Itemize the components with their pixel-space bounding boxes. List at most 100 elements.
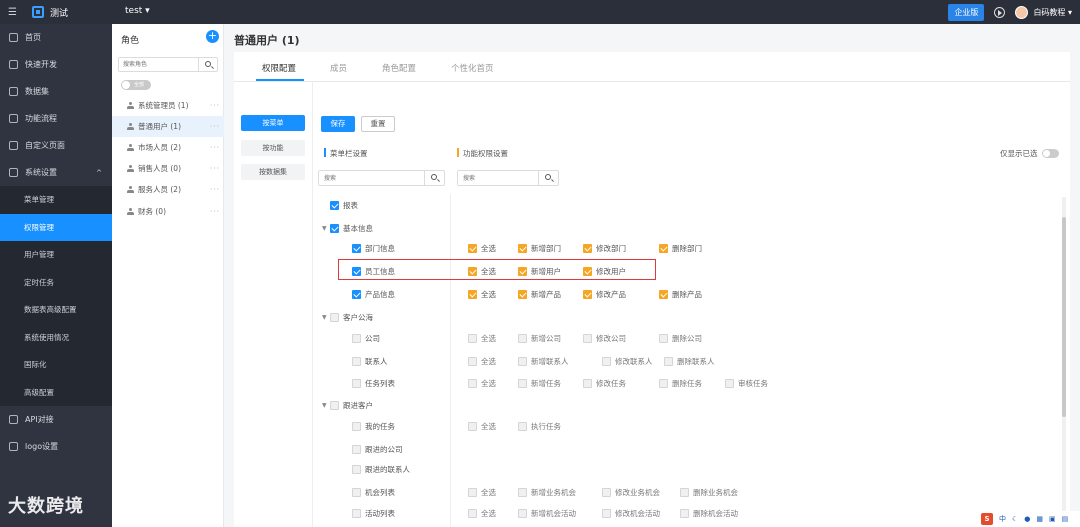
menu-checkbox[interactable] (352, 421, 361, 431)
menu-tree-node[interactable]: ▼ 跟进客户 (322, 399, 373, 411)
mode-by-menu[interactable]: 按菜单 (241, 115, 305, 131)
permission-checkbox[interactable] (468, 508, 477, 518)
permission-checkbox[interactable] (583, 243, 592, 253)
permission-checkbox[interactable] (468, 487, 477, 497)
sidebar-item-logo[interactable]: logo设置 (0, 433, 112, 460)
menu-tree-node[interactable]: 跟进的联系人 (352, 463, 410, 475)
permission-checkbox[interactable] (518, 508, 527, 518)
menu-tree-node[interactable]: 部门信息 (352, 242, 395, 254)
permission-checkbox[interactable] (518, 333, 527, 343)
expand-arrow-icon[interactable]: ▼ (322, 225, 330, 232)
expand-arrow-icon[interactable]: ▼ (322, 314, 330, 321)
permission-checkbox-item[interactable]: 删除业务机会 (680, 486, 738, 498)
permission-checkbox[interactable] (518, 378, 527, 388)
sidebar-item-dataset[interactable]: 数据集 (0, 78, 112, 105)
permission-checkbox-item[interactable]: 全选 (468, 420, 496, 432)
expand-arrow-icon[interactable]: ▼ (322, 402, 330, 409)
tab-personal-home[interactable]: 个性化首页 (451, 62, 494, 74)
menu-checkbox[interactable] (352, 464, 361, 474)
permission-checkbox-item[interactable]: 新增部门 (518, 242, 561, 254)
menu-tree-node[interactable]: 我的任务 (352, 420, 395, 432)
permission-checkbox-item[interactable]: 执行任务 (518, 420, 561, 432)
tab-role-config[interactable]: 角色配置 (382, 62, 416, 74)
permission-checkbox[interactable] (468, 378, 477, 388)
menu-tree-node[interactable]: 跟进的公司 (352, 443, 403, 455)
permission-checkbox[interactable] (518, 243, 527, 253)
sidebar-item-table-config[interactable]: 数据表高级配置 (0, 296, 112, 324)
more-icon[interactable]: ··· (210, 164, 220, 173)
show-all-toggle[interactable]: 全部 (121, 80, 151, 90)
sidebar-item-permission-mgmt[interactable]: 权限管理 (0, 213, 112, 241)
sidebar-item-api[interactable]: API对接 (0, 406, 112, 433)
mode-by-dataset[interactable]: 按数据集 (241, 164, 305, 180)
permission-checkbox-item[interactable]: 修改机会活动 (602, 507, 660, 519)
menu-search-input[interactable] (319, 171, 425, 185)
sidebar-item-custom-page[interactable]: 自定义页面 (0, 132, 112, 159)
play-icon[interactable] (994, 6, 1006, 18)
permission-checkbox-item[interactable]: 修改部门 (583, 242, 626, 254)
menu-checkbox[interactable] (352, 243, 361, 253)
only-selected-toggle[interactable]: 仅显示已选 (1000, 148, 1059, 159)
menu-tree-node[interactable]: ▼ 客户公海 (322, 311, 373, 323)
role-item[interactable]: 财务 (0) ··· (112, 201, 224, 222)
menu-checkbox[interactable] (330, 312, 339, 322)
permission-checkbox-item[interactable]: 删除公司 (659, 332, 702, 344)
menu-tree-node[interactable]: 报表 (322, 199, 358, 211)
permission-checkbox-item[interactable]: 新增公司 (518, 332, 561, 344)
permission-checkbox-item[interactable]: 修改产品 (583, 288, 626, 300)
sidebar-item-user-mgmt[interactable]: 用户管理 (0, 241, 112, 269)
project-selector[interactable]: test ▾ (125, 6, 150, 16)
permission-checkbox[interactable] (659, 378, 668, 388)
more-icon[interactable]: ··· (210, 207, 220, 216)
user-menu[interactable]: 白码教程 ▾ (1033, 7, 1072, 18)
permission-checkbox-item[interactable]: 全选 (468, 242, 496, 254)
permission-checkbox-item[interactable]: 全选 (468, 377, 496, 389)
menu-tree-node[interactable]: 公司 (352, 332, 380, 344)
permission-checkbox-item[interactable]: 全选 (468, 355, 496, 367)
permission-checkbox-item[interactable]: 修改业务机会 (602, 486, 660, 498)
permission-checkbox-item[interactable]: 删除机会活动 (680, 507, 738, 519)
permission-checkbox[interactable] (468, 289, 477, 299)
menu-checkbox[interactable] (352, 444, 361, 454)
more-icon[interactable]: ··· (210, 122, 220, 131)
menu-tree-node[interactable]: 产品信息 (352, 288, 395, 300)
menu-checkbox[interactable] (352, 508, 361, 518)
sidebar-item-i18n[interactable]: 国际化 (0, 351, 112, 379)
add-role-button[interactable]: + (206, 30, 219, 43)
permission-checkbox[interactable] (468, 356, 477, 366)
permission-checkbox[interactable] (468, 421, 477, 431)
mode-by-function[interactable]: 按功能 (241, 140, 305, 156)
role-item[interactable]: 市场人员 (2) ··· (112, 137, 224, 158)
menu-checkbox[interactable] (330, 223, 339, 233)
permission-checkbox[interactable] (518, 356, 527, 366)
role-item[interactable]: 普通用户 (1) ··· (112, 116, 224, 137)
grid-icon[interactable]: ▤ (1062, 515, 1069, 523)
menu-tree-node[interactable]: ▼ 基本信息 (322, 222, 373, 234)
permission-checkbox-item[interactable]: 修改联系人 (602, 355, 653, 367)
permission-checkbox-item[interactable]: 新增任务 (518, 377, 561, 389)
menu-checkbox[interactable] (352, 289, 361, 299)
menu-toggle-icon[interactable]: ☰ (8, 7, 26, 18)
sidebar-item-flow[interactable]: 功能流程 (0, 105, 112, 132)
menu-checkbox[interactable] (330, 200, 339, 210)
permission-checkbox[interactable] (725, 378, 734, 388)
search-button[interactable] (424, 171, 444, 185)
role-search-input[interactable] (119, 58, 198, 71)
permission-checkbox[interactable] (468, 333, 477, 343)
permission-checkbox-item[interactable]: 新增业务机会 (518, 486, 576, 498)
more-icon[interactable]: ··· (210, 185, 220, 194)
permission-checkbox-item[interactable]: 全选 (468, 486, 496, 498)
permission-checkbox[interactable] (583, 333, 592, 343)
permission-checkbox[interactable] (680, 508, 689, 518)
more-icon[interactable]: ··· (210, 101, 220, 110)
permission-checkbox[interactable] (518, 421, 527, 431)
permission-checkbox[interactable] (659, 333, 668, 343)
permission-checkbox-item[interactable]: 审核任务 (725, 377, 768, 389)
sidebar-item-scheduled-tasks[interactable]: 定时任务 (0, 269, 112, 297)
keyboard-icon[interactable]: ▦ (1036, 515, 1043, 523)
menu-tree-node[interactable]: 联系人 (352, 355, 388, 367)
role-item[interactable]: 系统管理员 (1) ··· (112, 95, 224, 116)
avatar[interactable] (1015, 5, 1029, 19)
sidebar-item-system-settings[interactable]: 系统设置 ^ (0, 159, 112, 186)
permission-checkbox[interactable] (602, 508, 611, 518)
